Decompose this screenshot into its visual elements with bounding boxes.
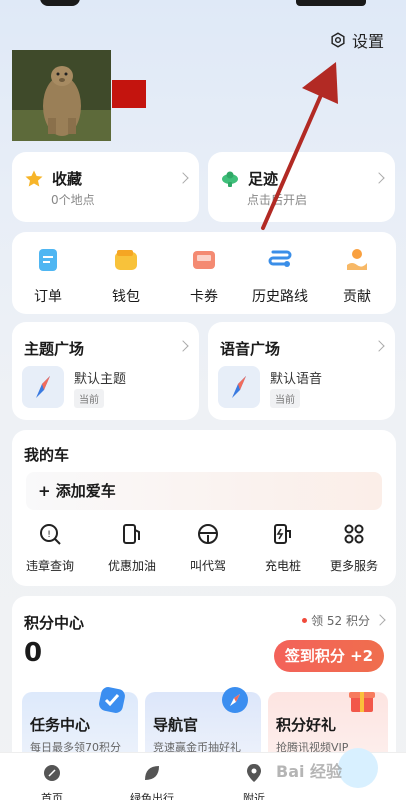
check-badge-icon <box>99 687 125 713</box>
service-label: 优惠加油 <box>107 559 156 573</box>
quick-item-coupon[interactable]: 卡券 <box>166 247 242 306</box>
theme-plaza-title: 主题广场 <box>24 340 85 358</box>
quick-item-wallet[interactable]: 钱包 <box>88 247 164 306</box>
status-bar <box>0 0 406 20</box>
leaf-icon <box>145 766 159 780</box>
compass-icon <box>218 366 260 408</box>
tab-label: 附近 <box>243 792 265 800</box>
points-title: 积分中心 <box>24 614 85 632</box>
task-title: 任务中心 <box>30 716 91 734</box>
home-icon <box>44 765 60 781</box>
chevron-right-icon <box>177 172 189 184</box>
voice-name: 默认语音 <box>270 372 323 387</box>
add-car-button[interactable]: + 添加爱车 <box>26 472 382 510</box>
my-car-title: 我的车 <box>24 446 70 464</box>
compass-badge-icon <box>222 687 248 713</box>
quick-item-label: 历史路线 <box>252 289 308 305</box>
theme-plaza-card[interactable]: 主题广场 默认主题 当前 <box>12 322 199 420</box>
chevron-right-icon <box>374 614 386 626</box>
tab-nearby[interactable]: 附近 <box>224 763 284 800</box>
tab-label: 绿色出行 <box>130 792 174 800</box>
service-designated-driver[interactable]: 叫代驾 <box>170 522 246 574</box>
service-fuel[interactable]: 优惠加油 <box>94 522 170 574</box>
service-label: 违章查询 <box>25 559 74 573</box>
compass-icon <box>22 366 64 408</box>
tab-label: 首页 <box>41 792 63 800</box>
task-title: 导航官 <box>153 716 199 734</box>
points-center-card: 积分中心 领 52 积分 0 签到积分 +2 任务中心 每日最多领70积分 导航… <box>12 596 396 766</box>
watermark: Bai 经验 <box>276 762 343 781</box>
service-charging[interactable]: 充电桩 <box>245 522 321 574</box>
service-label: 充电桩 <box>264 559 301 573</box>
service-label: 叫代驾 <box>189 559 226 573</box>
favorites-card[interactable]: 收藏 0个地点 <box>12 152 199 222</box>
chevron-right-icon <box>373 172 385 184</box>
quick-item-label: 钱包 <box>112 289 140 305</box>
quick-item-contribute[interactable]: 贡献 <box>319 247 395 306</box>
service-violation-search[interactable]: ! 违章查询 <box>12 522 88 574</box>
points-value: 0 <box>24 638 43 668</box>
order-icon <box>39 249 57 271</box>
redaction-block <box>112 80 146 108</box>
settings-button[interactable]: 设置 <box>329 28 384 52</box>
violation-search-icon: ! <box>40 524 61 545</box>
quick-item-label: 卡券 <box>190 289 218 305</box>
voice-plaza-title: 语音广场 <box>220 340 281 358</box>
fuel-icon <box>123 524 140 544</box>
quick-actions: 订单 钱包 卡券 历史路线 贡献 <box>12 232 396 314</box>
quick-item-label: 贡献 <box>343 289 371 305</box>
gear-icon <box>331 32 345 48</box>
gift-icon <box>349 692 375 712</box>
steering-wheel-icon <box>198 524 218 544</box>
location-pin-icon <box>247 764 261 782</box>
trail-title: 足迹 <box>248 170 279 188</box>
trail-subtitle: 点击后开启 <box>247 193 308 207</box>
wallet-icon <box>115 250 137 270</box>
svg-text:!: ! <box>47 530 51 540</box>
tab-green-travel[interactable]: 绿色出行 <box>122 763 182 800</box>
chevron-right-icon <box>177 340 189 352</box>
current-tag: 当前 <box>74 389 104 408</box>
service-more[interactable]: 更多服务 <box>316 522 392 574</box>
assistant-button[interactable] <box>338 748 378 788</box>
current-tag: 当前 <box>270 389 300 408</box>
theme-name: 默认主题 <box>74 372 127 387</box>
contribute-icon <box>347 249 367 270</box>
charging-icon <box>274 524 291 544</box>
status-time <box>40 0 80 6</box>
route-history-icon <box>268 250 292 267</box>
status-icons <box>296 0 366 6</box>
chevron-right-icon <box>373 340 385 352</box>
favorites-subtitle: 0个地点 <box>51 193 95 207</box>
coupon-icon <box>193 251 215 269</box>
checkin-button[interactable]: 签到积分 +2 <box>274 640 384 672</box>
quick-item-route-history[interactable]: 历史路线 <box>242 247 318 306</box>
avatar[interactable] <box>12 50 111 141</box>
footprint-icon <box>222 171 238 187</box>
quick-item-order[interactable]: 订单 <box>10 247 86 306</box>
claim-points-label: 领 52 积分 <box>311 614 370 628</box>
claim-points-link[interactable]: 领 52 积分 <box>302 612 370 629</box>
more-services-icon <box>344 524 364 544</box>
voice-plaza-card[interactable]: 语音广场 默认语音 当前 <box>208 322 395 420</box>
red-dot <box>302 618 308 623</box>
favorites-title: 收藏 <box>52 170 83 188</box>
star-icon <box>25 170 43 186</box>
quick-item-label: 订单 <box>34 289 62 305</box>
service-label: 更多服务 <box>329 559 378 573</box>
settings-label: 设置 <box>351 32 384 51</box>
trail-card[interactable]: 足迹 点击后开启 <box>208 152 395 222</box>
tab-home[interactable]: 首页 <box>22 763 82 800</box>
task-title: 积分好礼 <box>276 716 337 734</box>
my-car-card: 我的车 + 添加爱车 ! 违章查询 优惠加油 叫代驾 充电桩 更多服务 <box>12 430 396 586</box>
